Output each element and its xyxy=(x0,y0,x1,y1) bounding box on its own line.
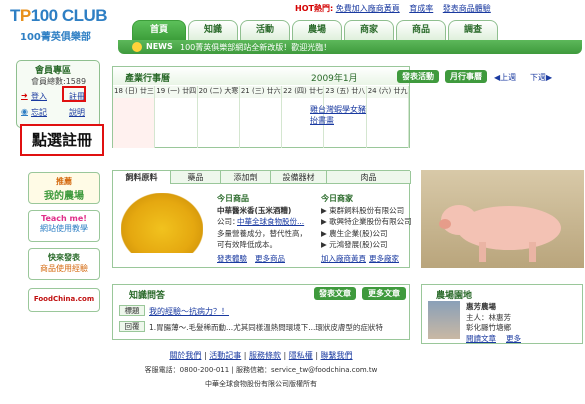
post-experience-link[interactable]: 發表體驗 xyxy=(217,253,247,264)
product-name: 中華醫米香(玉米酒糟) xyxy=(217,206,292,215)
company-item[interactable]: ▶ 東群飼料股份有限公司 xyxy=(321,205,404,216)
logo-subtitle: 100菁英俱樂部 xyxy=(20,32,91,43)
tab-events[interactable]: 活動 xyxy=(240,20,290,40)
more-articles-button[interactable]: 更多文章 xyxy=(362,287,406,300)
tab-additives[interactable]: 添加劑 xyxy=(221,171,271,184)
more-farms-link[interactable]: 更多 xyxy=(506,333,521,344)
day-cell[interactable] xyxy=(367,98,409,148)
farm-photo[interactable] xyxy=(428,301,460,339)
news-icon xyxy=(132,42,142,52)
day-header: 24 (六) 廿九 xyxy=(366,86,409,98)
tab-farm[interactable]: 農場 xyxy=(292,20,342,40)
tab-merchants[interactable]: 商家 xyxy=(344,20,394,40)
company-item[interactable]: ▶ 元鴻發展(股)公司 xyxy=(321,239,388,250)
more-products-link[interactable]: 更多商品 xyxy=(255,253,285,264)
company-item[interactable]: ▶ 歌興特企業股份有限公司 xyxy=(321,216,412,227)
monthly-calendar-button[interactable]: 月行事曆 xyxy=(445,70,487,83)
footer-contact-info: 客服電話：0800-200-011 | 服務信箱：service_tw@food… xyxy=(144,366,378,374)
news-label: NEWS xyxy=(146,42,173,51)
side-button-teach-me[interactable]: Teach me! 網站使用教學 xyxy=(28,210,100,242)
footer-privacy[interactable]: 隱私權 xyxy=(289,351,313,360)
post-event-button[interactable]: 發表活動 xyxy=(397,70,439,83)
login-link[interactable]: 登入 xyxy=(31,91,47,102)
calendar-month: 2009年1月 xyxy=(311,74,358,84)
day-header: 19 (一) 廿四 xyxy=(155,86,198,98)
day-cell[interactable] xyxy=(113,98,156,148)
footer-contact[interactable]: 聯繫我們 xyxy=(321,351,353,360)
pig-photo[interactable] xyxy=(421,170,584,268)
top-link-post-experience[interactable]: 發表商品體驗 xyxy=(443,4,491,13)
hot-label: HOT熱門: xyxy=(295,4,334,13)
calendar-days: 18 (日) 廿三 19 (一) 廿四 20 (二) 大寒 21 (三) 廿六 … xyxy=(113,86,409,98)
day-header: 21 (三) 廿六 xyxy=(239,86,283,98)
foodchina-banner[interactable]: FoodChina.com xyxy=(28,288,100,312)
tab-survey[interactable]: 調查 xyxy=(448,20,498,40)
tab-feed-materials[interactable]: 飼料原料 xyxy=(113,171,171,184)
register-callout: 點選註冊 xyxy=(20,124,104,156)
reply-tag: 回覆 xyxy=(119,321,145,332)
member-title: 會員專區 xyxy=(35,66,72,76)
more-companies-link[interactable]: 更多廠家 xyxy=(369,253,399,264)
day-cell[interactable] xyxy=(240,98,283,148)
tab-medicine[interactable]: 藥品 xyxy=(171,171,221,184)
day-cell[interactable] xyxy=(155,98,198,148)
company-link[interactable]: 中華全球食物股份... xyxy=(237,216,304,227)
today-product-label: 今日商品 xyxy=(217,194,249,203)
site-logo[interactable]: TP100 CLUB 100菁英俱樂部 xyxy=(8,6,110,46)
calendar-title: 產業行事曆 xyxy=(125,74,171,84)
forgot-link[interactable]: 忘記 xyxy=(31,107,47,118)
reply-text[interactable]: 1.胃腸薄～.毛髮稀而動...尤其同樣溫熱問環境下...環狀皮膚型的症狀特 xyxy=(149,322,383,333)
arrow-icon: ➜ xyxy=(21,91,28,100)
day-header: 20 (二) 大寒 xyxy=(197,86,240,98)
farm-name: 惠芳農場 xyxy=(466,302,496,311)
top-links: HOT熱門: 免費加入廠商黃頁 育成率 發表商品體驗 xyxy=(295,3,583,15)
pig-image xyxy=(439,205,561,262)
top-link-free-join[interactable]: 免費加入廠商黃頁 xyxy=(336,4,400,13)
tab-home[interactable]: 首頁 xyxy=(132,20,186,40)
member-panel: 會員專區 會員總數:1589 ➜ 登入 註冊 ◉ 忘記 說明 xyxy=(16,60,100,128)
logo-wordmark: TP100 CLUB xyxy=(10,6,108,25)
farm-title: 農場園地 xyxy=(436,291,473,301)
today-company-label: 今日商家 xyxy=(321,194,353,203)
calendar-event-link[interactable]: 雞台灣蝦學女豬抬書畫 xyxy=(310,104,366,126)
news-bar: NEWS 100菁英俱樂部網站全新改版！歡迎光臨！ xyxy=(118,40,582,54)
footer-about[interactable]: 關於我們 xyxy=(169,351,201,360)
tab-knowledge[interactable]: 知識 xyxy=(188,20,238,40)
day-header: 18 (日) 廿三 xyxy=(113,86,156,98)
side-button-share-experience[interactable]: 快來發表 商品使用經驗 xyxy=(28,248,100,280)
footer: 關於我們 | 活動記事 | 服務條款 | 隱私權 | 聯繫我們 客服電話：080… xyxy=(112,348,410,389)
tab-products[interactable]: 商品 xyxy=(396,20,446,40)
question-tag: 標題 xyxy=(119,305,145,316)
register-highlight xyxy=(62,86,86,102)
day-header: 22 (四) 廿七 xyxy=(282,86,325,98)
news-text[interactable]: 100菁英俱樂部網站全新改版！歡迎光臨！ xyxy=(180,42,331,53)
products-panel: 飼料原料 藥品 添加劑 設備器材 肉品 今日商品 中華醫米香(玉米酒糟) 公司：… xyxy=(112,170,412,268)
top-link-rate[interactable]: 育成率 xyxy=(409,4,433,13)
product-desc-1: 多量營養成分，替代性高， xyxy=(217,229,307,238)
product-image[interactable] xyxy=(121,193,203,253)
tab-meat[interactable]: 肉品 xyxy=(327,171,411,184)
help-link[interactable]: 說明 xyxy=(69,107,85,118)
footer-copyright: 中華全球食物股份有限公司版權所有 xyxy=(205,380,317,388)
side-button-my-farm[interactable]: 推薦 我的農場 xyxy=(28,172,100,204)
help-icon: ◉ xyxy=(21,107,28,116)
product-desc-2: 可有效降低成本。 xyxy=(217,240,277,249)
post-article-button[interactable]: 發表文章 xyxy=(314,287,356,300)
footer-events[interactable]: 活動記事 xyxy=(209,351,241,360)
calendar-header: 產業行事曆 2009年1月 xyxy=(113,67,409,85)
tab-equipment[interactable]: 設備器材 xyxy=(271,171,327,184)
next-week-link[interactable]: 下週▶ xyxy=(530,72,552,83)
footer-terms[interactable]: 服務條款 xyxy=(249,351,281,360)
day-cell[interactable] xyxy=(198,98,240,148)
join-directory-link[interactable]: 加入廠商黃頁 xyxy=(321,253,366,264)
day-header: 23 (五) 廿八 xyxy=(324,86,367,98)
company-item[interactable]: ▶ 農生企業(股)公司 xyxy=(321,228,388,239)
question-link[interactable]: 我的經驗～抗病力？！ xyxy=(149,306,229,317)
read-article-link[interactable]: 閱讀文章 xyxy=(466,333,496,344)
farm-location: 彰化縣竹塘鄉 xyxy=(466,323,511,332)
footer-links: 關於我們 | 活動記事 | 服務條款 | 隱私權 | 聯繫我們 xyxy=(169,351,353,360)
knowledge-title: 知識問答 xyxy=(129,291,166,301)
farm-panel: 農場園地 惠芳農場 主人：林惠芳 彰化縣竹塘鄉 閱讀文章 更多 xyxy=(421,284,583,344)
prev-week-link[interactable]: ◀上週 xyxy=(494,72,516,83)
